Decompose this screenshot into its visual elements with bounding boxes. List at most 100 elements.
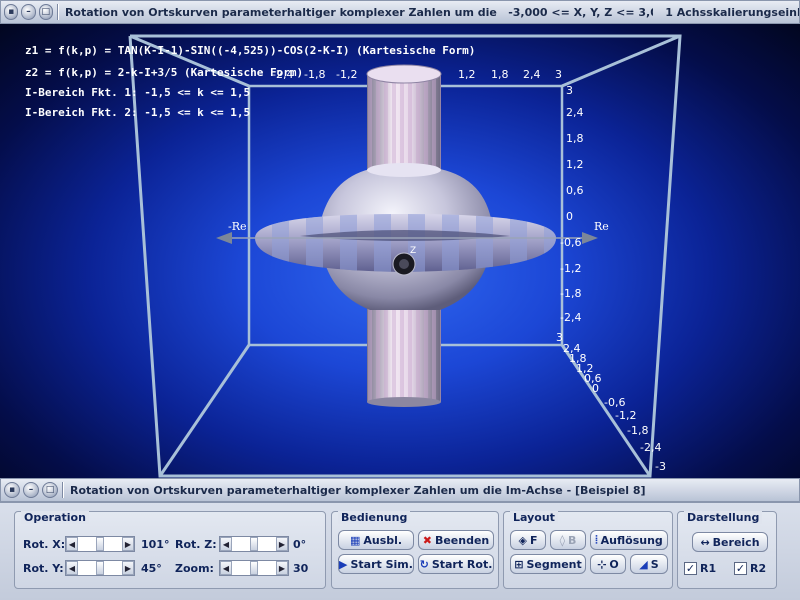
slider-right-arrow-icon[interactable]: ▶ [276,537,288,551]
slider-left-arrow-icon[interactable]: ◀ [220,537,232,551]
diag-tick-label: -1,2 [615,409,637,422]
r2-checkbox[interactable]: ✓ [734,562,747,575]
origin-icon: ⊹ [597,557,607,571]
top-tick-label: 3 [555,68,562,81]
f-button[interactable]: ◈ F [510,530,546,550]
zoom-label: Zoom: [175,562,214,575]
close-icon: ✖ [422,533,432,547]
top-tick-label: -1,2 [336,68,358,81]
zoom-slider[interactable]: ◀ ▶ [219,560,289,576]
start-rot-button[interactable]: ↻ Start Rot. [418,554,494,574]
bereich-button[interactable]: ↔ Bereich [692,532,768,552]
diag-tick-label: -2,4 [640,441,662,454]
s-label: S [650,557,659,571]
title-separator [56,4,59,20]
bereich-label: Bereich [712,535,760,549]
slider-thumb[interactable] [250,561,258,575]
darstellung-group: Darstellung ↔ Bereich ✓ R1 ✓ R2 [677,511,777,589]
o-button[interactable]: ⊹ O [590,554,626,574]
slider-left-arrow-icon[interactable]: ◀ [220,561,232,575]
ausbl-label: Ausbl. [363,533,403,547]
brush-icon: ◊ [559,533,566,547]
start-sim-label: Start Sim. [350,557,413,571]
rot-y-value: 45° [141,562,162,575]
rot-x-value: 101° [141,538,170,551]
maximize-button[interactable]: □ [42,482,58,498]
right-tick-label: -1,8 [560,287,582,300]
system-menu-button[interactable]: ▪ [4,4,19,20]
r1-label: R1 [700,562,717,575]
operation-title: Operation [21,511,89,524]
slider-left-arrow-icon[interactable]: ◀ [66,537,78,551]
layout-group: Layout ◈ F ◊ B ⦙ Auflösung ⊞ Segment ⊹ O… [503,511,673,589]
system-menu-button[interactable]: ▪ [4,482,20,498]
right-tick-label: 2,4 [566,106,584,119]
aufloesung-label: Auflösung [600,533,663,547]
start-sim-button[interactable]: ▶ Start Sim. [338,554,414,574]
diag-tick-label: 0 [592,382,599,395]
segment-label: Segment [526,557,582,571]
rot-z-value: 0° [293,538,307,551]
right-tick-label: -2,4 [560,311,582,324]
right-tick-label: -0,6 [560,236,582,249]
segment-button[interactable]: ⊞ Segment [510,554,586,574]
right-tick-label: 1,2 [566,158,584,171]
top-tick-label: 2,4 [523,68,541,81]
top-tick-label: -2,4 [272,68,294,81]
resolution-icon: ⦙ [595,533,598,546]
layout-title: Layout [510,511,558,524]
re-axis-positive-label: Re [594,220,609,233]
rot-z-slider[interactable]: ◀ ▶ [219,536,289,552]
right-tick-label: 3 [556,331,563,344]
slider-thumb[interactable] [96,537,104,551]
control-panel: Operation Rot. X: ◀ ▶ 101° Rot. Y: ◀ ▶ 4… [0,502,800,600]
minimize-button[interactable]: – [21,4,36,20]
range-1-text: I-Bereich Fkt. 1: -1,5 <= k <= 1,5 [25,86,251,99]
minimize-button[interactable]: – [23,482,39,498]
operation-group: Operation Rot. X: ◀ ▶ 101° Rot. Y: ◀ ▶ 4… [14,511,326,589]
right-tick-label: 1,8 [566,132,584,145]
diag-tick-label: -3 [655,460,666,473]
hide-icon: ▦ [349,533,361,547]
function-1-text: z1 = f(k,p) = TAN(K-I-1)-SIN((-4,525))-C… [25,44,476,57]
rot-x-slider[interactable]: ◀ ▶ [65,536,135,552]
center-label: Z [410,246,417,256]
maximize-button[interactable]: □ [38,4,53,20]
slider-right-arrow-icon[interactable]: ▶ [122,537,134,551]
slider-thumb[interactable] [96,561,104,575]
b-button[interactable]: ◊ B [550,530,586,550]
s-button[interactable]: ◢ S [630,554,668,574]
re-axis-negative-label: -Re [228,220,247,233]
bedienung-group: Bedienung ▦ Ausbl. ✖ Beenden ▶ Start Sim… [331,511,499,589]
function-2-text: z2 = f(k,p) = 2-k-I+3/5 (Kartesische For… [25,66,304,79]
grid-icon: ⊞ [514,557,524,571]
darstellung-title: Darstellung [684,511,763,524]
rot-z-label: Rot. Z: [175,538,217,551]
slider-right-arrow-icon[interactable]: ▶ [276,561,288,575]
center-marker [392,252,416,276]
zoom-value: 30 [293,562,309,575]
slider-right-arrow-icon[interactable]: ▶ [122,561,134,575]
fill-icon: ◈ [518,533,527,547]
plot-viewport[interactable]: z1 = f(k,p) = TAN(K-I-1)-SIN((-4,525))-C… [0,24,800,478]
diag-tick-label: -0,6 [604,396,626,409]
lower-cylinder [367,294,441,407]
range-icon: ↔ [700,535,710,549]
slider-thumb[interactable] [250,537,258,551]
r1-checkbox[interactable]: ✓ [684,562,697,575]
top-title-bar: ▪ – □ Rotation von Ortskurven parameterh… [0,0,800,24]
range-2-text: I-Bereich Fkt. 2: -1,5 <= k <= 1,5 [25,106,251,119]
play-icon: ▶ [339,557,348,571]
rot-y-slider[interactable]: ◀ ▶ [65,560,135,576]
right-tick-label: -1,2 [560,262,582,275]
title-separator [62,482,64,498]
right-tick-label: 0,6 [566,184,584,197]
ausbl-button[interactable]: ▦ Ausbl. [338,530,414,550]
right-tick-label: 3 [566,84,573,97]
slider-left-arrow-icon[interactable]: ◀ [66,561,78,575]
aufloesung-button[interactable]: ⦙ Auflösung [590,530,668,550]
range-text: -3,000 <= X, Y, Z <= 3,000 [508,5,653,19]
beenden-button[interactable]: ✖ Beenden [418,530,494,550]
shading-icon: ◢ [639,557,648,571]
b-label: B [568,533,577,547]
